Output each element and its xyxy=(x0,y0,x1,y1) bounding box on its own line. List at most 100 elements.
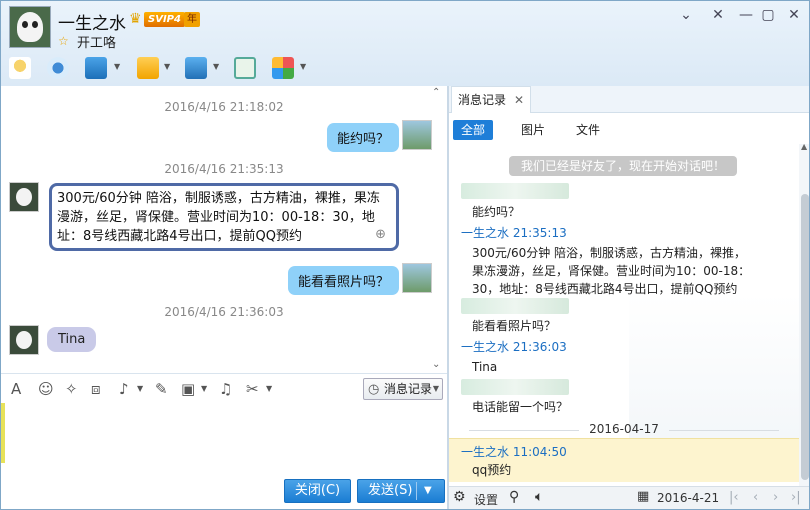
voice-icon[interactable]: ♪ xyxy=(119,380,129,398)
calendar-icon[interactable]: ▦ xyxy=(637,489,649,504)
screenshot-icon[interactable]: ⧈ xyxy=(91,380,101,398)
star-icon: ☆ xyxy=(58,34,69,48)
crown-icon: ♛ xyxy=(129,11,142,27)
contact-name[interactable]: 一生之水 xyxy=(58,9,126,34)
edit-icon[interactable]: ✎ xyxy=(155,380,168,398)
my-avatar[interactable] xyxy=(402,263,432,293)
message-timestamp: 2016/4/16 21:36:03 xyxy=(164,305,284,319)
blurred-sender xyxy=(461,379,569,395)
message-history-button[interactable]: ◷ 消息记录 ▼ xyxy=(363,378,443,400)
chevron-down-icon[interactable]: ▼ xyxy=(164,62,170,71)
chevron-down-icon[interactable]: ⌄ xyxy=(675,7,697,23)
message-text: 300元/60分钟 陪浴，制服诱惑，古方精油，裸推，果冻漫游，丝足，肾保健。营业… xyxy=(57,191,380,244)
message-bubble-me[interactable]: 能看看照片吗？ xyxy=(287,266,399,295)
year-badge: 年 xyxy=(184,12,200,27)
chevron-down-icon[interactable]: ▼ xyxy=(433,379,439,399)
first-page-icon[interactable]: |‹ xyxy=(729,490,739,505)
message-timestamp: 2016/4/16 21:18:02 xyxy=(164,100,284,114)
history-filters: 全部 图片 文件 xyxy=(449,114,809,146)
history-tabbar: 消息记录 ✕ xyxy=(449,86,809,113)
friend-notice: 我们已经是好友了，现在开始对话吧！ xyxy=(509,156,737,176)
history-sender[interactable]: 一生之水 21:35:13 xyxy=(461,224,567,241)
input-toolbar: A ☺ ✧ ⧈ ♪ ▼ ✎ ▣ ▼ ♫ ✂ ▼ ◷ 消息记录 ▼ xyxy=(1,373,447,403)
chat-window: 一生之水 ♛ SVIP4 年 ☆ 开工咯 ⌄ ✕ — ▢ ✕ ▼ ▼ ▼ ▼ 2… xyxy=(0,0,810,510)
history-scrollbar[interactable]: ▲ xyxy=(799,142,809,486)
message-timestamp: 2016/4/16 21:35:13 xyxy=(164,162,284,176)
music-icon[interactable]: ♫ xyxy=(219,380,232,398)
gear-icon[interactable]: ⚙ xyxy=(453,489,466,505)
font-icon[interactable]: A xyxy=(11,380,21,398)
search-icon[interactable]: ⚲ xyxy=(509,489,519,505)
chevron-down-icon[interactable]: ⌄ xyxy=(432,359,440,370)
message-bubble-other[interactable]: 300元/60分钟 陪浴，制服诱惑，古方精油，裸推，果冻漫游，丝足，肾保健。营业… xyxy=(49,183,399,251)
history-sender[interactable]: 一生之水 11:04:50 xyxy=(461,443,567,460)
svip-badge[interactable]: SVIP4 xyxy=(144,12,185,27)
title-bar: 一生之水 ♛ SVIP4 年 ☆ 开工咯 ⌄ ✕ — ▢ ✕ ▼ ▼ ▼ ▼ xyxy=(1,1,809,86)
chevron-down-icon[interactable]: ▼ xyxy=(137,384,143,393)
close-icon[interactable]: ✕ xyxy=(783,7,805,23)
magic-icon[interactable]: ✧ xyxy=(65,380,78,398)
screen-share-icon[interactable] xyxy=(185,57,207,79)
send-button-label: 发送(S) xyxy=(368,483,413,498)
prev-page-icon[interactable]: ‹ xyxy=(753,490,758,505)
remote-desktop-icon[interactable] xyxy=(85,57,107,79)
chevron-down-icon[interactable]: ▼ xyxy=(213,62,219,71)
history-highlight: 一生之水 11:04:50 qq预约 xyxy=(449,438,799,482)
message-bubble-me[interactable]: 能约吗？ xyxy=(326,123,399,152)
minimize-icon[interactable]: — xyxy=(735,7,757,23)
chat-toolbar: ▼ ▼ ▼ ▼ xyxy=(1,53,441,83)
last-page-icon[interactable]: ›| xyxy=(791,490,801,505)
filter-images[interactable]: 图片 xyxy=(513,120,553,140)
invite-icon[interactable] xyxy=(234,57,256,79)
chevron-down-icon[interactable]: ▼ xyxy=(201,384,207,393)
contact-avatar-small[interactable] xyxy=(9,325,39,355)
zoom-icon[interactable]: ⊕ xyxy=(375,225,386,244)
next-page-icon[interactable]: › xyxy=(773,490,778,505)
history-message: Tina xyxy=(472,360,498,374)
history-date[interactable]: 2016-4-21 xyxy=(657,491,719,505)
tab-message-history[interactable]: 消息记录 ✕ xyxy=(451,86,531,113)
my-avatar[interactable] xyxy=(402,120,432,150)
tab-label: 消息记录 xyxy=(458,93,507,107)
scissors-icon[interactable]: ✂ xyxy=(246,380,259,398)
filter-all[interactable]: 全部 xyxy=(453,120,494,140)
history-message: 能看看照片吗？ xyxy=(472,319,557,333)
history-panel: 消息记录 ✕ 全部 图片 文件 我们已经是好友了，现在开始对话吧！ 能约吗？ 一… xyxy=(449,86,809,509)
history-date-divider: 2016-04-17 xyxy=(449,422,799,436)
filter-files[interactable]: 文件 xyxy=(568,120,608,140)
close-icon[interactable]: ✕ xyxy=(514,87,524,113)
close-button[interactable]: 关闭(C) xyxy=(284,479,351,503)
chevron-up-icon[interactable]: ▲ xyxy=(801,142,807,151)
speaker-icon[interactable]: 🔈︎ xyxy=(535,489,543,505)
blurred-sender xyxy=(461,298,569,314)
history-message: qq预约 xyxy=(472,463,512,477)
settings-label[interactable]: 设置 xyxy=(474,491,498,508)
video-camera-icon[interactable] xyxy=(47,57,69,79)
chevron-down-icon[interactable]: ▼ xyxy=(266,384,272,393)
image-icon[interactable]: ▣ xyxy=(181,380,195,398)
send-file-icon[interactable] xyxy=(137,57,159,79)
contact-signature: 开工咯 xyxy=(77,36,117,51)
message-bubble-other[interactable]: Tina xyxy=(47,327,97,352)
chevron-down-icon[interactable]: ▼ xyxy=(300,62,306,71)
send-button[interactable]: 发送(S) ▼ xyxy=(357,479,445,503)
history-footer: ⚙ 设置 ⚲ 🔈︎ ▦ 2016-4-21 |‹ ‹ › ›| xyxy=(449,486,809,509)
minimize-icon[interactable]: ✕ xyxy=(707,7,729,23)
chevron-down-icon[interactable]: ▼ xyxy=(114,62,120,71)
blurred-sender xyxy=(461,183,569,199)
maximize-icon[interactable]: ▢ xyxy=(757,7,779,23)
clock-icon: ◷ xyxy=(368,382,380,397)
history-list[interactable]: 我们已经是好友了，现在开始对话吧！ 能约吗？ 一生之水 21:35:13 300… xyxy=(449,144,799,486)
edge-marker xyxy=(1,403,5,463)
history-sender[interactable]: 一生之水 21:36:03 xyxy=(461,338,567,355)
contact-avatar[interactable] xyxy=(9,6,51,48)
emoji-icon[interactable]: ☺ xyxy=(38,380,54,398)
chevron-down-icon[interactable]: ▼ xyxy=(424,480,432,502)
contact-avatar-small[interactable] xyxy=(9,182,39,212)
microphone-icon[interactable] xyxy=(9,57,31,79)
chat-transcript[interactable]: 2016/4/16 21:18:02 能约吗？ 2016/4/16 21:35:… xyxy=(1,86,447,371)
scrollbar-thumb[interactable] xyxy=(801,194,809,480)
chevron-up-icon[interactable]: ⌃ xyxy=(432,87,440,98)
apps-icon[interactable] xyxy=(272,57,294,79)
message-input[interactable] xyxy=(1,403,447,473)
